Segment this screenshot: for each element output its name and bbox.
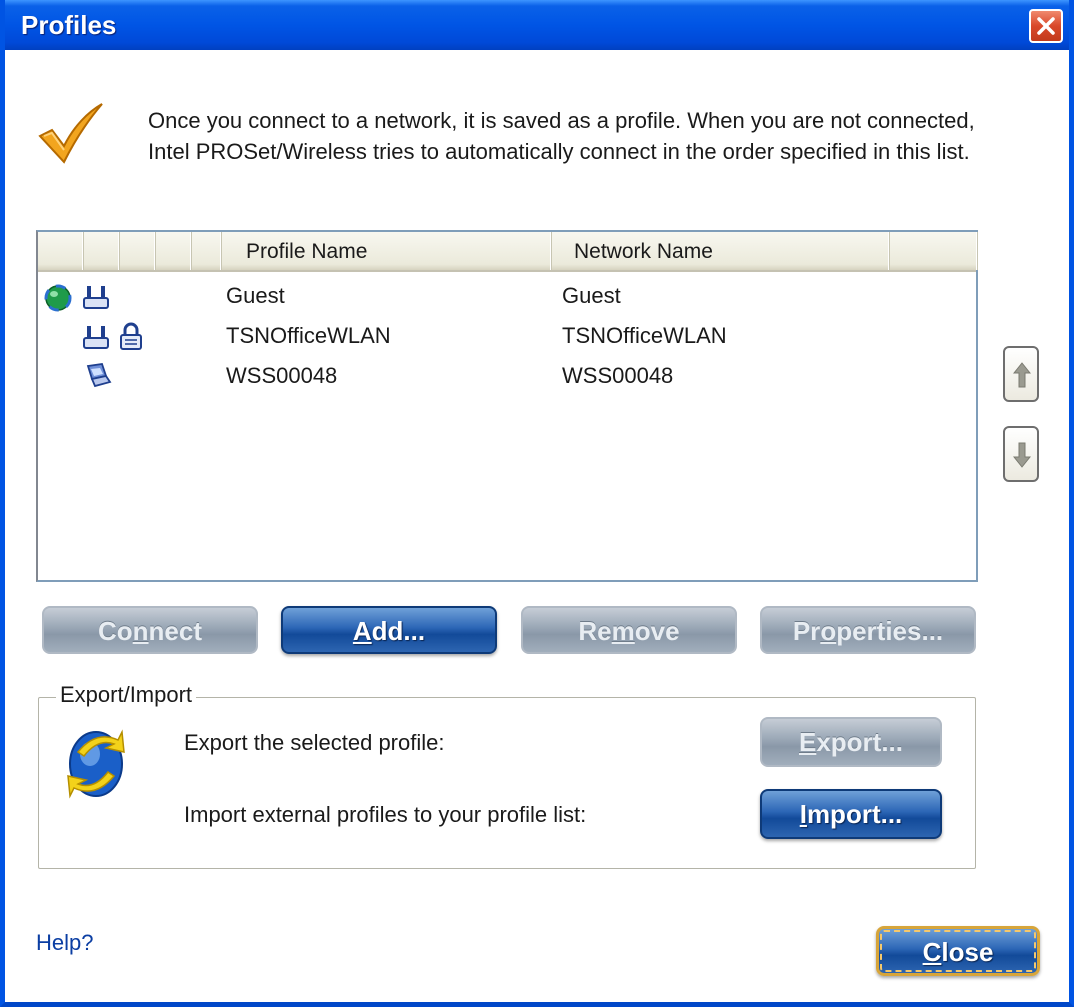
list-item[interactable]: WSS00048 WSS00048 — [38, 356, 976, 396]
list-item[interactable]: TSNOfficeWLAN TSNOfficeWLAN — [38, 316, 976, 356]
profile-name: WSS00048 — [226, 363, 338, 388]
close-window-button[interactable] — [1029, 9, 1063, 43]
network-name: WSS00048 — [562, 363, 674, 388]
column-header-status-3[interactable] — [120, 232, 156, 270]
security-lock-icon — [120, 322, 142, 350]
column-header-empty[interactable] — [890, 232, 978, 270]
column-header-status-2[interactable] — [84, 232, 120, 270]
profile-list[interactable]: Profile Name Network Name Guest Guest TS… — [36, 230, 978, 582]
move-up-button[interactable] — [1003, 346, 1039, 402]
list-header: Profile Name Network Name — [38, 232, 978, 272]
column-header-status-5[interactable] — [192, 232, 222, 270]
infrastructure-network-icon — [83, 286, 109, 309]
help-link[interactable]: Help? — [36, 930, 93, 956]
close-icon — [1037, 17, 1055, 35]
adhoc-laptop-icon — [86, 363, 112, 388]
connect-button[interactable]: Connect — [42, 606, 258, 654]
export-import-label: Export/Import — [56, 682, 197, 708]
checkmark-icon — [38, 103, 103, 164]
infrastructure-network-icon — [83, 326, 109, 349]
arrow-up-icon — [1013, 362, 1031, 388]
intro-text: Once you connect to a network, it is sav… — [148, 108, 975, 164]
column-header-status-4[interactable] — [156, 232, 192, 270]
title-bar[interactable]: Profiles — [5, 0, 1069, 50]
column-header-profile-name[interactable]: Profile Name — [222, 232, 552, 270]
export-import-icon — [67, 729, 125, 799]
network-name: Guest — [562, 283, 621, 308]
column-header-status-1[interactable] — [38, 232, 84, 270]
export-button[interactable]: Export... — [760, 717, 942, 767]
arrow-down-icon — [1013, 442, 1031, 468]
close-button[interactable]: Close — [876, 926, 1040, 976]
properties-button[interactable]: Properties... — [760, 606, 976, 654]
move-down-button[interactable] — [1003, 426, 1039, 482]
remove-button[interactable]: Remove — [521, 606, 737, 654]
list-item[interactable]: Guest Guest — [38, 276, 976, 316]
network-name: TSNOfficeWLAN — [562, 323, 727, 348]
profile-name: Guest — [226, 283, 285, 308]
profile-name: TSNOfficeWLAN — [226, 323, 391, 348]
window-title: Profiles — [21, 10, 117, 40]
export-description: Export the selected profile: — [184, 730, 445, 755]
import-description: Import external profiles to your profile… — [184, 802, 587, 827]
connected-globe-icon — [44, 284, 72, 312]
column-header-network-name[interactable]: Network Name — [552, 232, 890, 270]
import-button[interactable]: Import... — [760, 789, 942, 839]
add-button[interactable]: Add... — [281, 606, 497, 654]
